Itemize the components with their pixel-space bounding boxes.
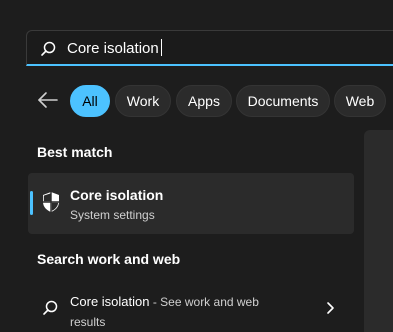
filter-all[interactable]: All bbox=[70, 85, 110, 117]
preview-panel bbox=[364, 130, 393, 332]
best-match-result[interactable]: Core isolation System settings bbox=[28, 173, 354, 234]
web-search-result[interactable]: Core isolation - See work and web result… bbox=[70, 292, 290, 332]
web-query: Core isolation bbox=[70, 294, 150, 309]
search-icon bbox=[43, 300, 58, 315]
search-box[interactable]: Core isolation bbox=[26, 30, 393, 66]
result-subtitle: System settings bbox=[70, 208, 155, 222]
result-title: Core isolation bbox=[70, 187, 164, 203]
back-arrow-icon[interactable] bbox=[37, 89, 59, 111]
filter-documents[interactable]: Documents bbox=[236, 85, 330, 117]
best-match-heading: Best match bbox=[37, 144, 113, 160]
filter-work[interactable]: Work bbox=[115, 85, 171, 117]
search-input[interactable]: Core isolation bbox=[67, 39, 162, 57]
chevron-right-icon[interactable] bbox=[325, 301, 335, 315]
search-icon bbox=[41, 41, 56, 56]
selection-indicator bbox=[30, 191, 33, 215]
filter-web[interactable]: Web bbox=[334, 85, 386, 117]
shield-icon bbox=[43, 192, 59, 212]
search-web-heading: Search work and web bbox=[37, 251, 181, 267]
filter-apps[interactable]: Apps bbox=[176, 85, 232, 117]
